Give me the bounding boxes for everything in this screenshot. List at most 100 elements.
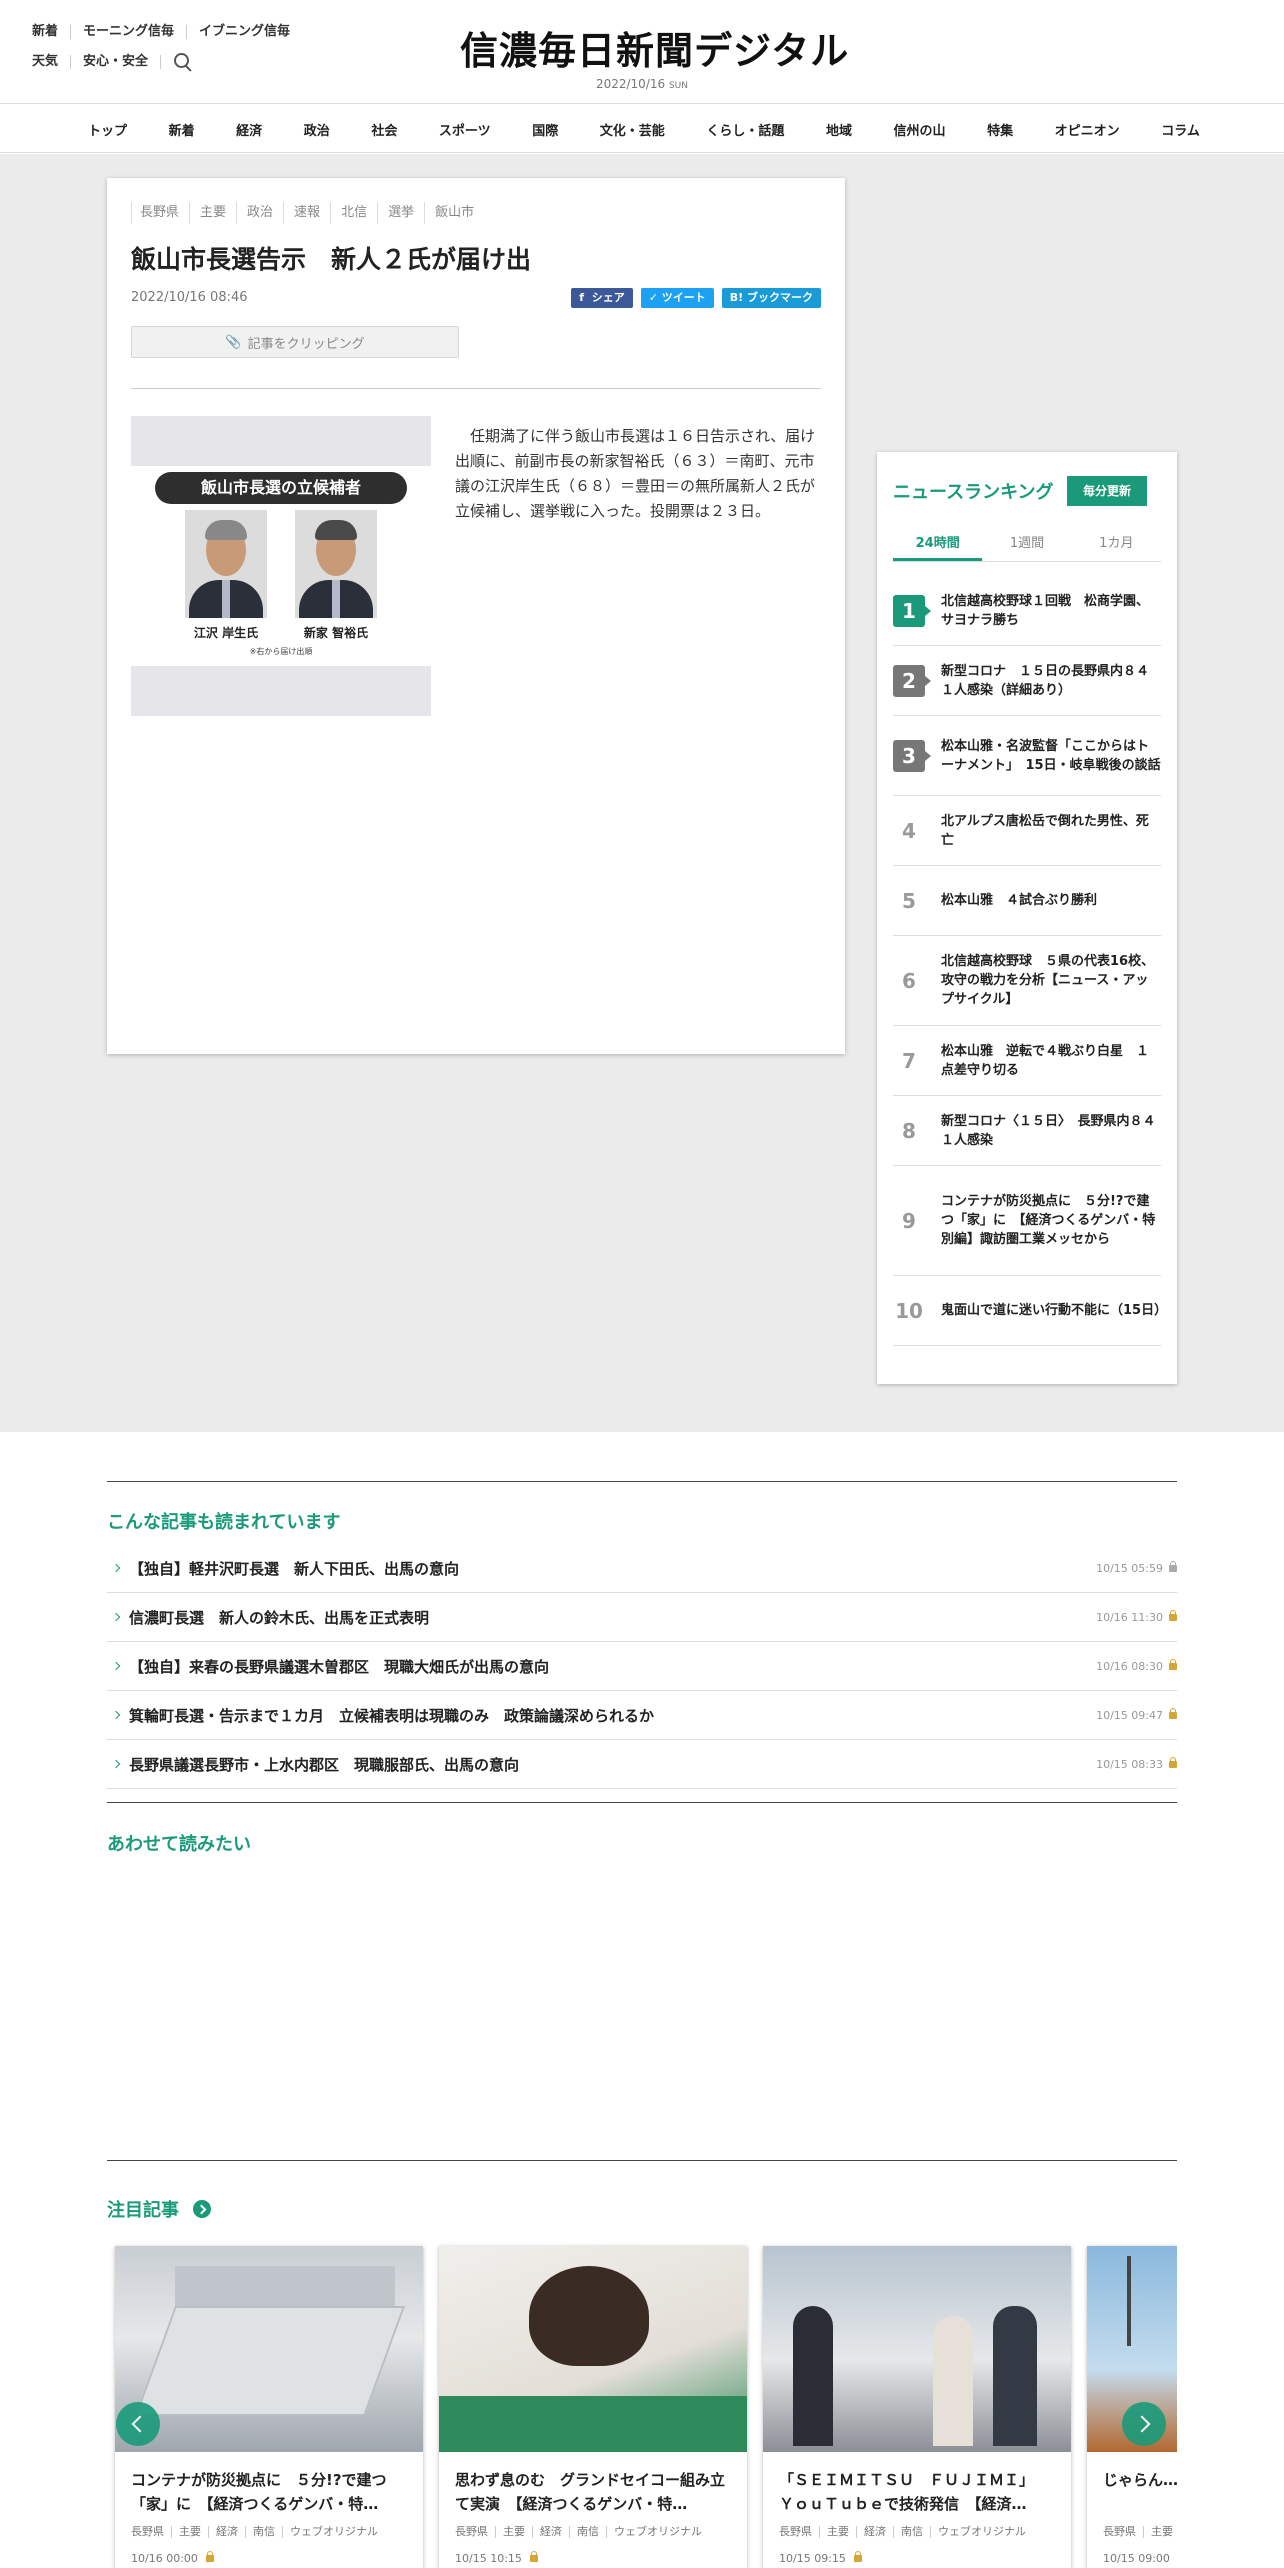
- nav-item[interactable]: オピニオン: [1055, 120, 1120, 139]
- article-tag[interactable]: 北信: [330, 202, 377, 224]
- ranking-number: 9: [902, 1209, 916, 1233]
- nav-item[interactable]: 特集: [987, 120, 1013, 139]
- header-link-safety[interactable]: 安心・安全: [83, 55, 162, 69]
- related-item-left: 箕輪町長選・告示まで１カ月 立候補表明は現職のみ 政策論議深められるか: [107, 1705, 654, 1726]
- nav-item[interactable]: 国際: [532, 120, 558, 139]
- nav-item[interactable]: 社会: [371, 120, 397, 139]
- featured-card-tag[interactable]: 経済: [856, 2526, 893, 2538]
- nav-item[interactable]: 政治: [304, 120, 330, 139]
- related-item-left: 信濃町長選 新人の鈴木氏、出馬を正式表明: [107, 1607, 429, 1628]
- article-tag[interactable]: 長野県: [131, 202, 189, 224]
- featured-card-tag[interactable]: 南信: [245, 2526, 282, 2538]
- related-bottom-rule: [107, 1802, 1177, 1803]
- ranking-item[interactable]: 4 北アルプス唐松岳で倒れた男性、死亡: [893, 796, 1161, 866]
- facebook-share-button[interactable]: f シェア: [571, 288, 633, 308]
- featured-card-tag[interactable]: 南信: [569, 2526, 606, 2538]
- header-link-evening[interactable]: イブニング信毎: [199, 25, 302, 39]
- search-icon[interactable]: [173, 52, 193, 72]
- ranking-tab[interactable]: 1カ月: [1072, 532, 1161, 561]
- featured-card-tag[interactable]: 長野県: [131, 2526, 171, 2538]
- candidate-name-ezawa: 江沢 岸生氏: [193, 626, 259, 640]
- carousel-next-button[interactable]: [1122, 2402, 1166, 2446]
- article-tag[interactable]: 速報: [283, 202, 330, 224]
- featured-card-image: [763, 2246, 1071, 2452]
- featured-card-tag[interactable]: 経済: [208, 2526, 245, 2538]
- ranking-number: 8: [902, 1119, 916, 1143]
- featured-card-tag[interactable]: 長野県: [455, 2526, 495, 2538]
- featured-card-meta: 10/16 00:00: [131, 2551, 214, 2565]
- header-link-weather[interactable]: 天気: [32, 55, 72, 69]
- featured-card[interactable]: 思わず息のむ グランドセイコー組み立て実演 【経済つくるゲンバ・特… 長野県 主要経…: [439, 2246, 747, 2568]
- nav-item[interactable]: 地域: [826, 120, 852, 139]
- featured-card-tag[interactable]: 主要: [819, 2526, 856, 2538]
- related-item-date: 10/16 08:30: [1096, 1659, 1163, 1673]
- featured-header[interactable]: 注目記事: [107, 2196, 211, 2222]
- ranking-tab[interactable]: 24時間: [893, 532, 983, 561]
- header-link-morning[interactable]: モーニング信毎: [83, 25, 188, 39]
- ranking-item[interactable]: 3 松本山雅・名波監督「ここからはトーナメント」 15日・岐阜戦後の談話: [893, 716, 1161, 796]
- ranking-item[interactable]: 1 北信越高校野球１回戦 松商学園、サヨナラ勝ち: [893, 576, 1161, 646]
- featured-card-tags: 長野県 主要 経済 南信 ウェブオリジナル: [779, 2526, 1033, 2538]
- header-link-new[interactable]: 新着: [32, 25, 72, 39]
- related-item[interactable]: 長野県議選長野市・上水内郡区 現職服部氏、出馬の意向 10/15 08:33: [107, 1740, 1177, 1789]
- header-date: 2022/10/16 SUN: [595, 77, 689, 91]
- related-title: こんな記事も読まれています: [107, 1512, 341, 1533]
- ranking-title: ニュースランキング: [893, 482, 1054, 503]
- lock-icon: [1169, 1560, 1177, 1572]
- featured-card[interactable]: 「ＳＥＩＭＩＴＳＵ ＦＵＪＩＭＩ」 ＹｏｕＴｕｂｅで技術発信 【経済… 長野県 主要…: [763, 2246, 1071, 2568]
- ranking-item-title: 北アルプス唐松岳で倒れた男性、死亡: [941, 813, 1149, 848]
- nav-item[interactable]: 経済: [236, 120, 262, 139]
- featured-card-tag[interactable]: ウェブオリジナル: [930, 2526, 1033, 2538]
- nav-item[interactable]: トップ: [88, 120, 127, 139]
- twitter-share-button[interactable]: ✓ ツイート: [640, 288, 714, 308]
- nav-item[interactable]: くらし・話題: [706, 120, 784, 139]
- ranking-item[interactable]: 5 松本山雅 ４試合ぶり勝利: [893, 866, 1161, 936]
- featured-card-tag[interactable]: 主要: [495, 2526, 532, 2538]
- ranking-item-title: 新型コロナ〈１５日〉 長野県内８４１人感染: [941, 1113, 1156, 1148]
- featured-card-tag[interactable]: ウェブオリジナル: [606, 2526, 709, 2538]
- nav-item[interactable]: 新着: [169, 120, 195, 139]
- also-read-title: あわせて読みたい: [107, 1834, 251, 1855]
- ranking-number: 5: [902, 889, 916, 913]
- site-logo[interactable]: 信濃毎日新聞デジタル 2022/10/16 SUN: [460, 20, 848, 91]
- article-tag[interactable]: 政治: [236, 202, 283, 224]
- featured-card-tag[interactable]: ウェブオリジナル: [282, 2526, 385, 2538]
- related-item[interactable]: 箕輪町長選・告示まで１カ月 立候補表明は現職のみ 政策論議深められるか 10/15…: [107, 1691, 1177, 1740]
- clipping-button[interactable]: 📎 記事をクリッピング: [131, 326, 459, 358]
- featured-card-tag[interactable]: 南信: [893, 2526, 930, 2538]
- related-item[interactable]: 【独自】軽井沢町長選 新人下田氏、出馬の意向 10/15 05:59: [107, 1544, 1177, 1593]
- featured-card-date: 10/15 09:00: [1103, 2552, 1170, 2565]
- article-tag[interactable]: 飯山市: [424, 202, 484, 224]
- related-item[interactable]: 信濃町長選 新人の鈴木氏、出馬を正式表明 10/16 11:30: [107, 1593, 1177, 1642]
- article-tag[interactable]: 主要: [189, 202, 236, 224]
- nav-item[interactable]: スポーツ: [439, 120, 491, 139]
- ranking-item[interactable]: 10 鬼面山で道に迷い行動不能に（15日）: [893, 1276, 1167, 1346]
- related-item-date: 10/16 11:30: [1096, 1610, 1163, 1624]
- ranking-item[interactable]: 9 コンテナが防災拠点に ５分!?で建つ「家」に 【経済つくるゲンバ・特別編】諏訪…: [893, 1166, 1161, 1276]
- ranking-item[interactable]: 7 松本山雅 逆転で４戦ぶり白星 １点差守り切る: [893, 1026, 1161, 1096]
- related-item-meta: 10/16 08:30: [1096, 1658, 1177, 1673]
- carousel-prev-button[interactable]: [116, 2402, 160, 2446]
- hatena-bookmark-button[interactable]: B! ブックマーク: [721, 288, 821, 308]
- nav-item[interactable]: コラム: [1161, 120, 1200, 139]
- ranking-item-title: 北信越高校野球 ５県の代表16校、攻守の戦力を分析【ニュース・アップサイクル】: [941, 954, 1155, 1007]
- featured-card-tag[interactable]: 経済: [532, 2526, 569, 2538]
- featured-card-tag[interactable]: 長野県: [779, 2526, 819, 2538]
- ranking-item[interactable]: 6 北信越高校野球 ５県の代表16校、攻守の戦力を分析【ニュース・アップサイクル】: [893, 936, 1161, 1026]
- lock-icon: [529, 2551, 538, 2562]
- ranking-update-badge: 毎分更新: [1067, 476, 1147, 506]
- ranking-tab[interactable]: 1週間: [982, 532, 1071, 561]
- ranking-item[interactable]: 8 新型コロナ〈１５日〉 長野県内８４１人感染: [893, 1096, 1161, 1166]
- nav-item[interactable]: 信州の山: [894, 120, 946, 139]
- featured-card[interactable]: コンテナが防災拠点に ５分!?で建つ「家」に 【経済つくるゲンバ・特… 長野県 主要…: [115, 2246, 423, 2568]
- featured-card-tag[interactable]: 主要: [1143, 2526, 1177, 2538]
- related-item-left: 【独自】軽井沢町長選 新人下田氏、出馬の意向: [107, 1558, 459, 1579]
- related-item[interactable]: 【独自】来春の長野県議選木曽郡区 現職大畑氏が出馬の意向 10/16 08:30: [107, 1642, 1177, 1691]
- article-photo[interactable]: 飯山市長選の立候補者 江沢 岸生氏 新家 智裕氏 ※右から届け出順: [131, 416, 431, 716]
- featured-card-tag[interactable]: 長野県: [1103, 2526, 1143, 2538]
- featured-card-tag[interactable]: 主要: [171, 2526, 208, 2538]
- article-tag[interactable]: 選挙: [377, 202, 424, 224]
- paperclip-icon: 📎: [225, 334, 242, 350]
- ranking-item[interactable]: 2 新型コロナ １５日の長野県内８４１人感染（詳細あり）: [893, 646, 1161, 716]
- nav-item[interactable]: 文化・芸能: [600, 120, 665, 139]
